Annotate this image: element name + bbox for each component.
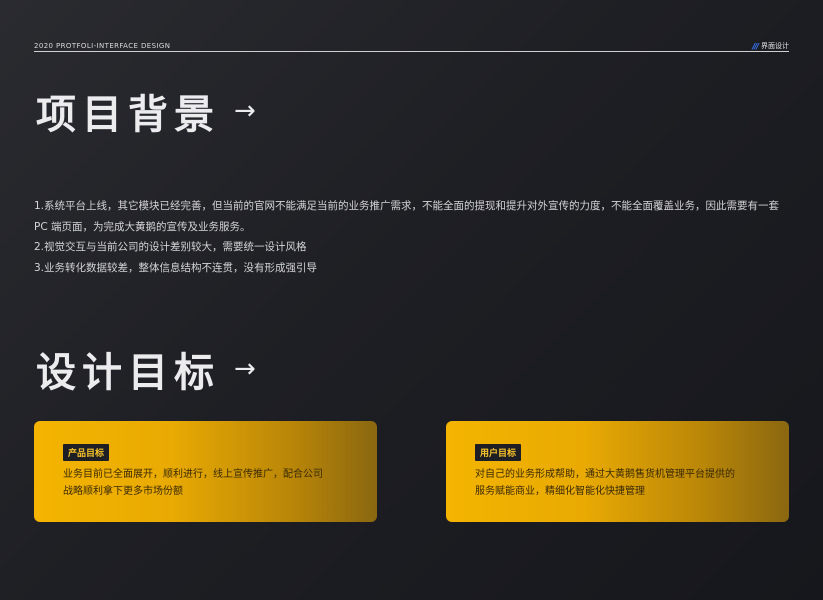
header-left-label: 2020 PROTFOLI-INTERFACE DESIGN — [34, 42, 171, 50]
slashes-icon: /// — [752, 41, 759, 51]
user-goal-tag: 用户目标 — [475, 444, 522, 461]
user-goal-text: 对自己的业务形成帮助，通过大黄鹅售货机管理平台提供的服务赋能商业，精细化智能化快… — [475, 469, 735, 497]
header-right-label: 界面设计 — [761, 42, 789, 50]
arrow-right-icon: → — [234, 96, 256, 126]
goals-title: 设计目标 → — [36, 340, 256, 398]
background-line-1: 1.系统平台上线，其它模块已经完善，但当前的官网不能满足当前的业务推广需求，不能… — [34, 200, 780, 233]
header-divider — [34, 51, 789, 52]
background-title: 项目背景 → — [36, 82, 256, 140]
background-line-2: 2.视觉交互与当前公司的设计差别较大，需要统一设计风格 — [34, 241, 307, 253]
product-goal-tag: 产品目标 — [63, 444, 110, 461]
background-title-text: 项目背景 — [36, 92, 220, 138]
product-goal-card: 产品目标 业务目前已全面展开，顺利进行，线上宣传推广，配合公司战略顺利拿下更多市… — [34, 421, 377, 522]
goals-title-text: 设计目标 — [36, 350, 220, 396]
background-description: 1.系统平台上线，其它模块已经完善，但当前的官网不能满足当前的业务推广需求，不能… — [34, 196, 784, 278]
user-goal-card: 用户目标 对自己的业务形成帮助，通过大黄鹅售货机管理平台提供的服务赋能商业，精细… — [446, 421, 789, 522]
arrow-right-icon: → — [234, 354, 256, 384]
background-line-3: 3.业务转化数据较差，整体信息结构不连贯，没有形成强引导 — [34, 261, 318, 274]
header-right: /// 界面设计 — [752, 41, 789, 51]
product-goal-text: 业务目前已全面展开，顺利进行，线上宣传推广，配合公司战略顺利拿下更多市场份额 — [63, 469, 323, 497]
